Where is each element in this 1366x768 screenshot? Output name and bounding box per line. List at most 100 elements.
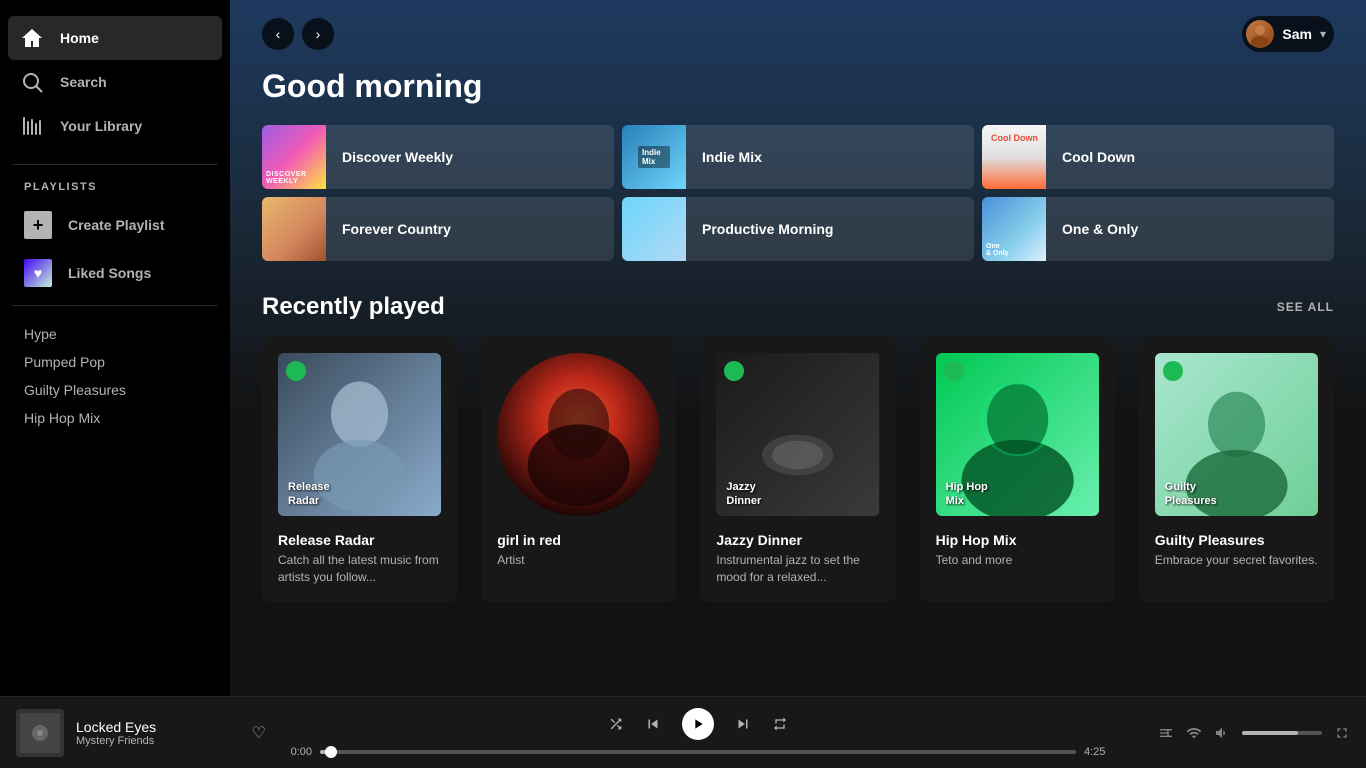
sidebar-item-hip-hop-mix[interactable]: Hip Hop Mix (24, 406, 206, 430)
card-thumb-radar: ReleaseRadar (278, 353, 441, 516)
card-thumb-guilty: GuiltyPleasures (1155, 353, 1318, 516)
main-content: ‹ › Sam ▾ Good morning (230, 0, 1366, 696)
sidebar-item-search[interactable]: Search (8, 60, 222, 104)
quick-label-forever: Forever Country (342, 221, 451, 237)
shuffle-button[interactable] (608, 716, 624, 732)
create-playlist-label: Create Playlist (68, 217, 165, 233)
card-thumb-girl (497, 353, 660, 516)
quick-thumb-oneonly: One& Only (982, 197, 1046, 261)
card-thumb-hiphop: Hip HopMix (936, 353, 1099, 516)
volume-bar[interactable] (1242, 731, 1322, 735)
sidebar-item-guilty-pleasures[interactable]: Guilty Pleasures (24, 378, 206, 402)
card-sub-guilty: Embrace your secret favorites. (1155, 552, 1318, 569)
volume-button[interactable] (1214, 725, 1230, 741)
quick-thumb-productive (622, 197, 686, 261)
player-controls: 0:00 4:25 (282, 708, 1114, 758)
quick-item-forever-country[interactable]: Forever Country (262, 197, 614, 261)
avatar (1246, 20, 1274, 48)
card-title-guilty: Guilty Pleasures (1155, 532, 1318, 548)
quick-label-indie: Indie Mix (702, 149, 762, 165)
now-playing-thumb (16, 709, 64, 757)
recently-played-header: Recently played SEE ALL (262, 293, 1334, 321)
play-button[interactable] (682, 708, 714, 740)
track-artist: Mystery Friends (76, 735, 240, 747)
previous-button[interactable] (644, 715, 662, 733)
quick-item-productive-morning[interactable]: Productive Morning (622, 197, 974, 261)
spotify-badge-radar (286, 361, 306, 381)
card-title-jazz: Jazzy Dinner (716, 532, 879, 548)
spotify-badge-hiphop (944, 361, 964, 381)
card-hip-hop-mix[interactable]: Hip HopMix Hip Hop Mix Teto and more (920, 337, 1115, 602)
progress-dot (325, 746, 337, 758)
heart-icon: ♥ (24, 259, 52, 287)
quick-item-indie-mix[interactable]: Indie Mix Indie Mix (622, 125, 974, 189)
devices-button[interactable] (1186, 725, 1202, 741)
sidebar-item-home[interactable]: Home (8, 16, 222, 60)
sidebar-divider-2 (12, 305, 218, 306)
liked-songs-button[interactable]: ♥ Liked Songs (0, 249, 230, 297)
greeting: Good morning (262, 68, 1334, 105)
quick-label-productive: Productive Morning (702, 221, 833, 237)
fullscreen-button[interactable] (1334, 725, 1350, 741)
back-button[interactable]: ‹ (262, 18, 294, 50)
quick-grid: DiscoverWeekly Discover Weekly Indie Mix… (262, 125, 1334, 261)
card-sub-hiphop: Teto and more (936, 552, 1099, 569)
forward-button[interactable]: › (302, 18, 334, 50)
quick-item-one-only[interactable]: One& Only One & Only (982, 197, 1334, 261)
spotify-badge-guilty (1163, 361, 1183, 381)
card-title-girl: girl in red (497, 532, 660, 548)
track-title: Locked Eyes (76, 719, 240, 735)
lyrics-button[interactable] (1158, 725, 1174, 741)
quick-item-discover-weekly[interactable]: DiscoverWeekly Discover Weekly (262, 125, 614, 189)
card-sub-girl: Artist (497, 552, 660, 569)
sidebar-item-pumped-pop[interactable]: Pumped Pop (24, 350, 206, 374)
card-title-hiphop: Hip Hop Mix (936, 532, 1099, 548)
controls-buttons (608, 708, 788, 740)
progress-bar: 0:00 4:25 (282, 746, 1114, 758)
nav-buttons: ‹ › (262, 18, 334, 50)
card-release-radar[interactable]: ReleaseRadar Release Radar Catch all the… (262, 337, 457, 602)
see-all-button[interactable]: SEE ALL (1277, 300, 1334, 314)
user-menu[interactable]: Sam ▾ (1242, 16, 1334, 52)
playlists-label: PLAYLISTS (0, 173, 230, 201)
next-button[interactable] (734, 715, 752, 733)
card-sub-jazz: Instrumental jazz to set the mood for a … (716, 552, 879, 586)
like-button[interactable]: ♡ (252, 723, 266, 743)
quick-label-oneonly: One & Only (1062, 221, 1138, 237)
card-girl-in-red[interactable]: girl in red Artist (481, 337, 676, 602)
quick-label-discover: Discover Weekly (342, 149, 453, 165)
now-playing-info: Locked Eyes Mystery Friends (76, 719, 240, 747)
volume-fill (1242, 731, 1298, 735)
playlist-list: Hype Pumped Pop Guilty Pleasures Hip Hop… (0, 314, 230, 438)
hiphop-label: Hip HopMix (946, 480, 1091, 509)
plus-icon: + (24, 211, 52, 239)
repeat-button[interactable] (772, 716, 788, 732)
sidebar-item-library[interactable]: Your Library (8, 104, 222, 148)
library-icon (20, 114, 44, 138)
search-icon (20, 70, 44, 94)
progress-track[interactable] (320, 750, 1076, 754)
quick-thumb-discover: DiscoverWeekly (262, 125, 326, 189)
card-sub-radar: Catch all the latest music from artists … (278, 552, 441, 586)
sidebar-label-search: Search (60, 74, 107, 90)
create-playlist-button[interactable]: + Create Playlist (0, 201, 230, 249)
sidebar-item-hype[interactable]: Hype (24, 322, 206, 346)
sidebar-label-home: Home (60, 30, 99, 46)
card-guilty-pleasures[interactable]: GuiltyPleasures Guilty Pleasures Embrace… (1139, 337, 1334, 602)
quick-thumb-indie: Indie Mix (622, 125, 686, 189)
now-playing: Locked Eyes Mystery Friends ♡ (16, 709, 266, 757)
quick-label-cooldown: Cool Down (1062, 149, 1135, 165)
liked-songs-label: Liked Songs (68, 265, 151, 281)
card-jazzy-dinner[interactable]: JazzyDinner Jazzy Dinner Instrumental ja… (700, 337, 895, 602)
sidebar-divider (12, 164, 218, 165)
content-body: Good morning DiscoverWeekly Discover Wee… (230, 68, 1366, 634)
time-current: 0:00 (282, 746, 312, 758)
recently-played-title: Recently played (262, 293, 445, 321)
time-total: 4:25 (1084, 746, 1114, 758)
quick-item-cool-down[interactable]: Cool Down Cool Down (982, 125, 1334, 189)
card-title-radar: Release Radar (278, 532, 441, 548)
guilty-label: GuiltyPleasures (1165, 480, 1310, 509)
user-name: Sam (1282, 26, 1312, 42)
jazz-label: JazzyDinner (726, 480, 871, 509)
quick-thumb-cooldown: Cool Down (982, 125, 1046, 189)
